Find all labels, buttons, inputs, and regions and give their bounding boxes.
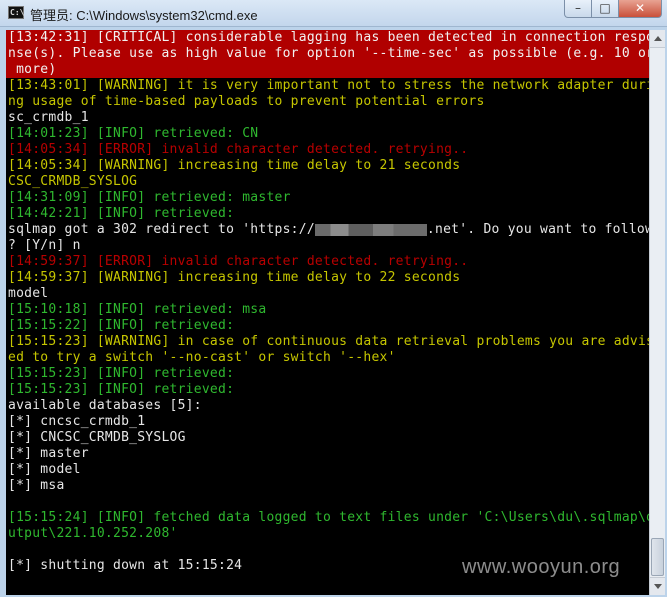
console-line-text: [13:43:01] [WARNING] it is very importan… — [8, 78, 649, 93]
scroll-down-arrow-icon[interactable] — [650, 577, 665, 595]
console-line-text: ng usage of time-based payloads to preve… — [8, 94, 485, 109]
console-line-text: [14:42:21] [INFO] retrieved: — [8, 206, 235, 221]
console-line-text: available databases [5]: — [8, 398, 202, 413]
console-line: [14:05:34] [ERROR] invalid character det… — [8, 142, 649, 158]
console-line: more) — [6, 62, 649, 78]
console-line: [13:42:31] [CRITICAL] considerable laggi… — [6, 30, 649, 46]
console-line-text: [15:15:23] [WARNING] in case of continuo… — [8, 334, 649, 349]
console-line: model — [8, 286, 649, 302]
console-line-text: sqlmap got a 302 redirect to 'https:// — [8, 222, 315, 237]
console-line-text: CSC_CRMDB_SYSLOG — [8, 174, 138, 189]
console-line: [*] msa — [8, 478, 649, 494]
console-line: [*] CNCSC_CRMDB_SYSLOG — [8, 430, 649, 446]
console-line: ? [Y/n] n — [8, 238, 649, 254]
close-button[interactable]: ✕ — [618, 0, 662, 18]
console-line-text: sc_crmdb_1 — [8, 110, 89, 125]
watermark: www.wooyun.org — [462, 556, 621, 578]
cmd-window: C:\ 管理员: C:\Windows\system32\cmd.exe – □… — [0, 0, 667, 597]
console-line: [14:59:37] [ERROR] invalid character det… — [8, 254, 649, 270]
console-line-text-after: .net'. Do you want to follow — [426, 222, 649, 237]
console-line: ed to try a switch '--no-cast' or switch… — [8, 350, 649, 366]
cmd-icon-glyph: C:\ — [10, 8, 25, 17]
console-line-text: model — [8, 286, 49, 301]
console-line-text: [*] master — [8, 446, 89, 461]
console-line-text: [*] model — [8, 462, 81, 477]
console-line-text: [15:15:22] [INFO] retrieved: — [8, 318, 235, 333]
console-line: sqlmap got a 302 redirect to 'https:// .n… — [8, 222, 649, 238]
console-line-text: ? [Y/n] n — [8, 238, 81, 253]
console-line-text: ed to try a switch '--no-cast' or switch… — [8, 350, 396, 365]
console-line: [*] cncsc_crmdb_1 — [8, 414, 649, 430]
console-line: sc_crmdb_1 — [8, 110, 649, 126]
console-line-text: nse(s). Please use as high value for opt… — [8, 46, 649, 61]
console-line-text: utput\221.10.252.208' — [8, 526, 178, 541]
console-line-text: [*] CNCSC_CRMDB_SYSLOG — [8, 430, 186, 445]
console-line-text: [*] cncsc_crmdb_1 — [8, 414, 146, 429]
console-line-text: [14:59:37] [WARNING] increasing time del… — [8, 270, 461, 285]
console-line: available databases [5]: — [8, 398, 649, 414]
console-line-text: [*] shutting down at 15:15:24 — [8, 558, 243, 573]
console-line: [15:15:23] [WARNING] in case of continuo… — [8, 334, 649, 350]
minimize-button[interactable]: – — [564, 0, 592, 18]
console-line: [*] master — [8, 446, 649, 462]
window-title: 管理员: C:\Windows\system32\cmd.exe — [30, 8, 258, 23]
console-line: [14:31:09] [INFO] retrieved: master — [8, 190, 649, 206]
console-line: [14:42:21] [INFO] retrieved: — [8, 206, 649, 222]
console-line-text: [14:05:34] [ERROR] invalid character det… — [8, 142, 469, 157]
console-line-text: [14:31:09] [INFO] retrieved: master — [8, 190, 291, 205]
console-line: nse(s). Please use as high value for opt… — [6, 46, 649, 62]
console-line-text: [15:15:23] [INFO] retrieved: — [8, 382, 235, 397]
console-line: [14:59:37] [WARNING] increasing time del… — [8, 270, 649, 286]
console-line-text: [*] msa — [8, 478, 65, 493]
scrollbar-thumb[interactable] — [651, 538, 664, 576]
console-line: [14:01:23] [INFO] retrieved: CN — [8, 126, 649, 142]
console-line-text: more) — [8, 62, 57, 77]
console-line: [15:10:18] [INFO] retrieved: msa — [8, 302, 649, 318]
console-line: CSC_CRMDB_SYSLOG — [8, 174, 649, 190]
title-bar[interactable]: C:\ 管理员: C:\Windows\system32\cmd.exe – □… — [0, 0, 667, 27]
redacted-domain-block — [314, 223, 427, 236]
console-line-text: [15:15:23] [INFO] retrieved: — [8, 366, 235, 381]
console-output[interactable]: [13:42:31] [CRITICAL] considerable laggi… — [6, 30, 649, 595]
console-line: [13:43:01] [WARNING] it is very importan… — [8, 78, 649, 94]
console-line: [*] model — [8, 462, 649, 478]
console-line: utput\221.10.252.208' — [8, 526, 649, 542]
console-line-text: [14:59:37] [ERROR] invalid character det… — [8, 254, 469, 269]
console-line: [15:15:23] [INFO] retrieved: — [8, 382, 649, 398]
cmd-icon[interactable]: C:\ — [8, 6, 24, 19]
console-line: [15:15:23] [INFO] retrieved: — [8, 366, 649, 382]
console-line: ng usage of time-based payloads to preve… — [8, 94, 649, 110]
console-line: [15:15:24] [INFO] fetched data logged to… — [8, 510, 649, 526]
scroll-up-arrow-icon[interactable] — [650, 30, 665, 48]
console-line-text: [15:15:24] [INFO] fetched data logged to… — [8, 510, 649, 525]
console-line: [14:05:34] [WARNING] increasing time del… — [8, 158, 649, 174]
console-line-text: [14:01:23] [INFO] retrieved: CN — [8, 126, 259, 141]
console-lines: [13:42:31] [CRITICAL] considerable laggi… — [6, 30, 649, 574]
console-line: [15:15:22] [INFO] retrieved: — [8, 318, 649, 334]
vertical-scrollbar[interactable] — [649, 30, 665, 595]
console-line-text: [14:05:34] [WARNING] increasing time del… — [8, 158, 461, 173]
console-line-text: [13:42:31] [CRITICAL] considerable laggi… — [8, 30, 649, 45]
console-line-text: [15:10:18] [INFO] retrieved: msa — [8, 302, 267, 317]
maximize-button[interactable]: □ — [591, 0, 619, 18]
